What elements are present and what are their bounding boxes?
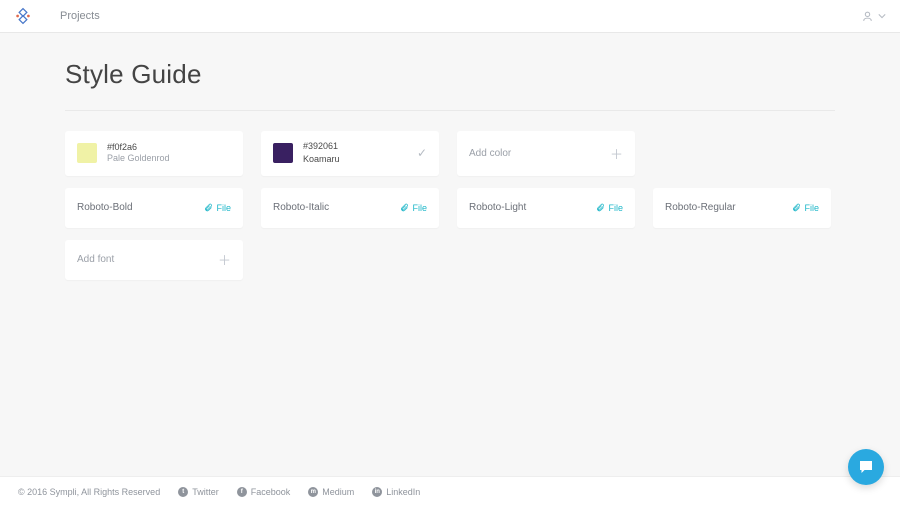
color-name: Pale Goldenrod <box>107 153 231 165</box>
font-name: Roboto-Regular <box>665 202 736 213</box>
colors-row: #f0f2a6 Pale Goldenrod #392061 ✓ Add col… <box>65 131 835 176</box>
plus-icon: ＋ <box>610 144 623 163</box>
color-swatch <box>273 143 293 163</box>
add-font-card[interactable]: Add font ＋ <box>65 240 243 280</box>
fonts-row: Roboto-Bold File Roboto-Italic File Robo… <box>65 188 835 228</box>
attachment-icon <box>596 203 605 212</box>
topbar: Projects <box>0 0 900 33</box>
file-link[interactable]: File <box>400 203 427 213</box>
linkedin-icon: in <box>372 487 382 497</box>
medium-icon: m <box>308 487 318 497</box>
color-hex: #f0f2a6 <box>107 142 231 154</box>
file-link[interactable]: File <box>792 203 819 213</box>
color-name-input[interactable] <box>303 154 417 164</box>
add-font-label: Add font <box>77 254 218 265</box>
projects-link[interactable]: Projects <box>60 10 100 22</box>
check-icon[interactable]: ✓ <box>417 146 427 160</box>
logo[interactable] <box>14 7 32 25</box>
user-icon <box>861 10 874 23</box>
footer: © 2016 Sympli, All Rights Reserved tTwit… <box>0 476 900 507</box>
add-color-label: Add color <box>469 148 610 159</box>
file-link[interactable]: File <box>596 203 623 213</box>
color-card-editing[interactable]: #392061 ✓ <box>261 131 439 176</box>
attachment-icon <box>792 203 801 212</box>
color-hex: #392061 <box>303 141 417 153</box>
font-card[interactable]: Roboto-Light File <box>457 188 635 228</box>
copyright: © 2016 Sympli, All Rights Reserved <box>18 487 160 497</box>
linkedin-link[interactable]: inLinkedIn <box>372 487 420 497</box>
color-card[interactable]: #f0f2a6 Pale Goldenrod <box>65 131 243 176</box>
file-link[interactable]: File <box>204 203 231 213</box>
font-card[interactable]: Roboto-Bold File <box>65 188 243 228</box>
content: Style Guide #f0f2a6 Pale Goldenrod #3920… <box>0 33 900 280</box>
font-name: Roboto-Italic <box>273 202 329 213</box>
add-color-card[interactable]: Add color ＋ <box>457 131 635 176</box>
font-name: Roboto-Light <box>469 202 526 213</box>
color-swatch <box>77 143 97 163</box>
twitter-icon: t <box>178 487 188 497</box>
user-menu[interactable] <box>861 10 886 23</box>
page-title: Style Guide <box>65 59 835 111</box>
font-card[interactable]: Roboto-Italic File <box>261 188 439 228</box>
attachment-icon <box>204 203 213 212</box>
plus-icon: ＋ <box>218 250 231 269</box>
twitter-link[interactable]: tTwitter <box>178 487 219 497</box>
chevron-down-icon <box>878 12 886 20</box>
chat-icon <box>857 458 875 476</box>
facebook-icon: f <box>237 487 247 497</box>
add-font-row: Add font ＋ <box>65 240 835 280</box>
chat-widget[interactable] <box>848 449 884 485</box>
attachment-icon <box>400 203 409 212</box>
font-name: Roboto-Bold <box>77 202 133 213</box>
medium-link[interactable]: mMedium <box>308 487 354 497</box>
facebook-link[interactable]: fFacebook <box>237 487 291 497</box>
font-card[interactable]: Roboto-Regular File <box>653 188 831 228</box>
